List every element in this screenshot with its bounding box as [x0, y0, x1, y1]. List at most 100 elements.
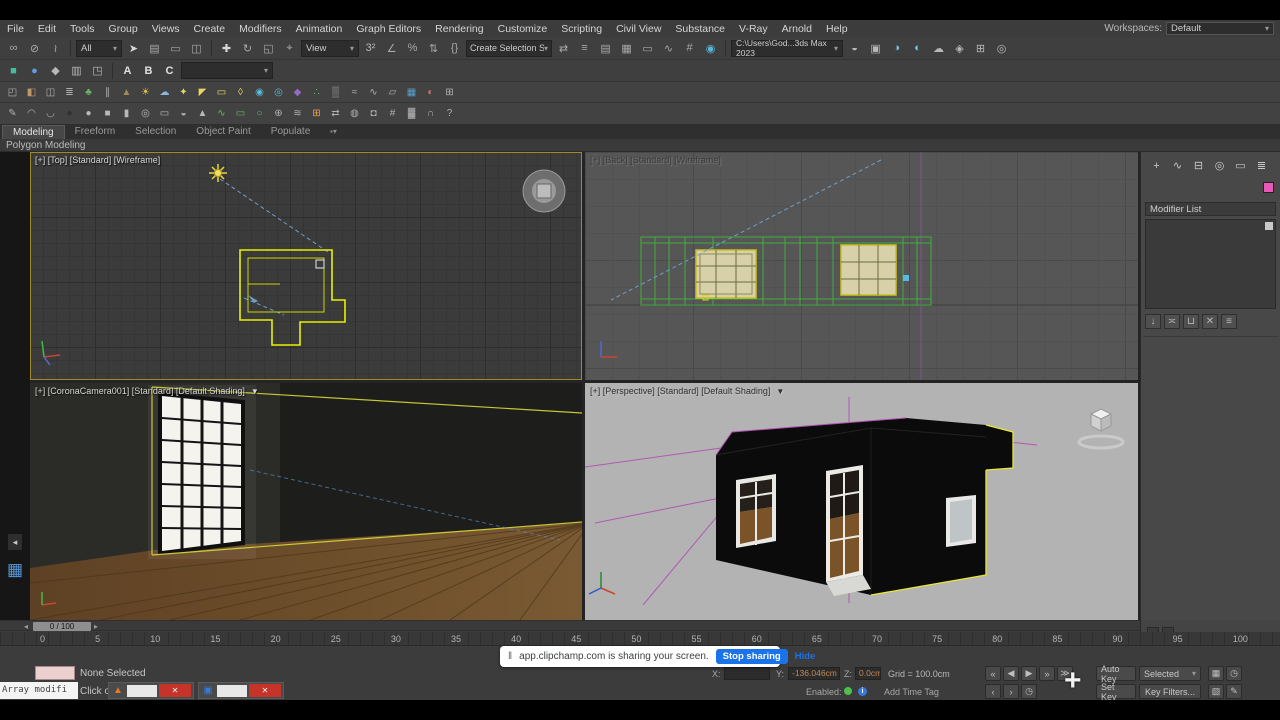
- volume-helper-icon[interactable]: ▒: [327, 84, 344, 101]
- go-to-start-button[interactable]: «: [985, 666, 1001, 681]
- uvw-map-icon[interactable]: ⊞: [441, 84, 458, 101]
- menu-item[interactable]: Edit: [31, 23, 63, 35]
- door-tool-icon[interactable]: ◧: [23, 84, 40, 101]
- menu-item[interactable]: Help: [819, 23, 855, 35]
- torus-primitive-icon[interactable]: ◎: [137, 105, 154, 122]
- render-iterative-icon[interactable]: ◐: [908, 39, 927, 58]
- ffd-modifier-icon[interactable]: ⊞: [308, 105, 325, 122]
- proxy-object-icon[interactable]: ◆: [289, 84, 306, 101]
- viewport-back[interactable]: [+] [Back] [Standard] [Wireframe]: [585, 152, 1138, 380]
- scatter-tool-icon[interactable]: ∴: [308, 84, 325, 101]
- play-button[interactable]: ▶: [1021, 666, 1037, 681]
- render-setup-icon[interactable]: ◒: [845, 39, 864, 58]
- set-key-button[interactable]: Set Key: [1096, 682, 1136, 702]
- sphere-primitive-icon[interactable]: ●: [80, 105, 97, 122]
- edit-named-selection-sets-icon[interactable]: {}: [445, 39, 464, 58]
- select-and-scale-icon[interactable]: ◱: [259, 39, 278, 58]
- ribbon-config-icon[interactable]: ▪▾: [330, 125, 337, 139]
- pool-ball-icon[interactable]: ●: [61, 105, 78, 122]
- time-display-button[interactable]: ◷: [1226, 666, 1242, 681]
- schematic-view-icon[interactable]: #: [680, 39, 699, 58]
- angle-snap-icon[interactable]: ∠: [382, 39, 401, 58]
- displace-modifier-icon[interactable]: ≈: [346, 84, 363, 101]
- menu-item[interactable]: Scripting: [554, 23, 609, 35]
- paint-deform-icon[interactable]: ✎: [4, 105, 21, 122]
- next-key-button[interactable]: ›: [1003, 684, 1019, 699]
- compact-material-editor-icon[interactable]: ●: [25, 61, 44, 80]
- preset-dropdown[interactable]: ▾: [181, 62, 273, 79]
- show-end-result-icon[interactable]: ≍: [1164, 314, 1180, 329]
- menu-item[interactable]: Animation: [289, 23, 350, 35]
- letter-a-icon[interactable]: A: [118, 61, 137, 80]
- previous-frame-button[interactable]: ◀: [1003, 666, 1019, 681]
- data-channel-icon[interactable]: ⊞: [971, 39, 990, 58]
- unlink-selection-icon[interactable]: ⊘: [25, 39, 44, 58]
- turbosmooth-icon[interactable]: ◍: [346, 105, 363, 122]
- arnold-light-icon[interactable]: ◎: [992, 39, 1011, 58]
- percent-snap-icon[interactable]: %: [403, 39, 422, 58]
- boolean-tool-icon[interactable]: ⊕: [270, 105, 287, 122]
- annotate-button[interactable]: ✎: [1226, 684, 1242, 699]
- scene-explorer-icon[interactable]: ▤: [596, 39, 615, 58]
- cone-primitive-icon[interactable]: ▲: [194, 105, 211, 122]
- relax-brush-icon[interactable]: ◡: [42, 105, 59, 122]
- create-tab-icon[interactable]: +: [1149, 158, 1164, 173]
- menu-item[interactable]: Substance: [668, 23, 732, 35]
- snapshot-icon[interactable]: ◆: [46, 61, 65, 80]
- ribbon-toggle-icon[interactable]: ▭: [638, 39, 657, 58]
- viewport-top[interactable]: [+] [Top] [Standard] [Wireframe]: [30, 152, 582, 380]
- configure-modifier-sets-icon[interactable]: ≡: [1221, 314, 1237, 329]
- terrain-icon[interactable]: ▲: [118, 84, 135, 101]
- ribbon-tab[interactable]: Object Paint: [186, 125, 260, 139]
- wall-tool-icon[interactable]: ◰: [4, 84, 21, 101]
- utilities-tab-icon[interactable]: ≣: [1254, 158, 1269, 173]
- viewport-label[interactable]: [+] [CoronaCamera001] [Standard] [Defaul…: [35, 386, 259, 396]
- mini-window-body[interactable]: [127, 684, 157, 697]
- ribbon-tab[interactable]: Freeform: [65, 125, 126, 139]
- sun-light-icon[interactable]: ☀: [137, 84, 154, 101]
- color-swatch[interactable]: [1263, 182, 1274, 193]
- menu-item[interactable]: Customize: [491, 23, 555, 35]
- align-icon[interactable]: ≡: [575, 39, 594, 58]
- letter-b-icon[interactable]: B: [139, 61, 158, 80]
- reference-coordinate-dropdown[interactable]: View ▾: [301, 39, 359, 57]
- remove-modifier-icon[interactable]: ✕: [1202, 314, 1218, 329]
- mirror-icon[interactable]: ⇄: [554, 39, 573, 58]
- render-in-cloud-icon[interactable]: ☁: [929, 39, 948, 58]
- collapse-panel-icon[interactable]: ◂: [8, 534, 22, 550]
- motion-tab-icon[interactable]: ◎: [1212, 158, 1227, 173]
- menu-item[interactable]: Modifiers: [232, 23, 289, 35]
- curve-editor-icon[interactable]: ∿: [659, 39, 678, 58]
- bend-modifier-icon[interactable]: ∩: [422, 105, 439, 122]
- box-primitive-icon[interactable]: ■: [99, 105, 116, 122]
- menu-item[interactable]: File: [0, 23, 31, 35]
- hide-banner-link[interactable]: Hide: [795, 651, 816, 662]
- menu-item[interactable]: V-Ray: [732, 23, 775, 35]
- hierarchy-tab-icon[interactable]: ⊟: [1191, 158, 1206, 173]
- close-button[interactable]: ✕: [249, 684, 281, 697]
- workspaces-dropdown[interactable]: Default ▾: [1166, 22, 1274, 35]
- menu-item[interactable]: Group: [102, 23, 145, 35]
- z-coordinate-field[interactable]: 0.0cm: [855, 667, 881, 680]
- stairs-tool-icon[interactable]: ≣: [61, 84, 78, 101]
- maxscript-mini-listener[interactable]: Array modifi: [0, 682, 78, 699]
- rectangular-selection-region-icon[interactable]: ▭: [166, 39, 185, 58]
- macro-recorder-pane[interactable]: [35, 666, 75, 680]
- shell-modifier-icon[interactable]: ◘: [365, 105, 382, 122]
- select-and-rotate-icon[interactable]: ↻: [238, 39, 257, 58]
- pivot-center-icon[interactable]: ⌖: [280, 39, 299, 58]
- ribbon-tab[interactable]: Modeling: [2, 125, 65, 139]
- photometric-light-icon[interactable]: ◊: [232, 84, 249, 101]
- viewport-label[interactable]: [+] [Back] [Standard] [Wireframe]: [590, 155, 721, 165]
- hair-fur-icon[interactable]: ∿: [365, 84, 382, 101]
- select-by-name-icon[interactable]: ▤: [145, 39, 164, 58]
- menu-item[interactable]: Rendering: [428, 23, 490, 35]
- project-folder-dropdown[interactable]: C:\Users\God...3ds Max 2023 ▾: [731, 38, 844, 58]
- slate-material-editor-icon[interactable]: ■: [4, 61, 23, 80]
- menu-item[interactable]: Create: [187, 23, 233, 35]
- spot-light-icon[interactable]: ◤: [194, 84, 211, 101]
- y-coordinate-field[interactable]: -136.046cm: [788, 667, 840, 680]
- info-icon[interactable]: i: [858, 687, 867, 696]
- circle-spline-icon[interactable]: ○: [251, 105, 268, 122]
- x-coordinate-field[interactable]: [724, 667, 770, 680]
